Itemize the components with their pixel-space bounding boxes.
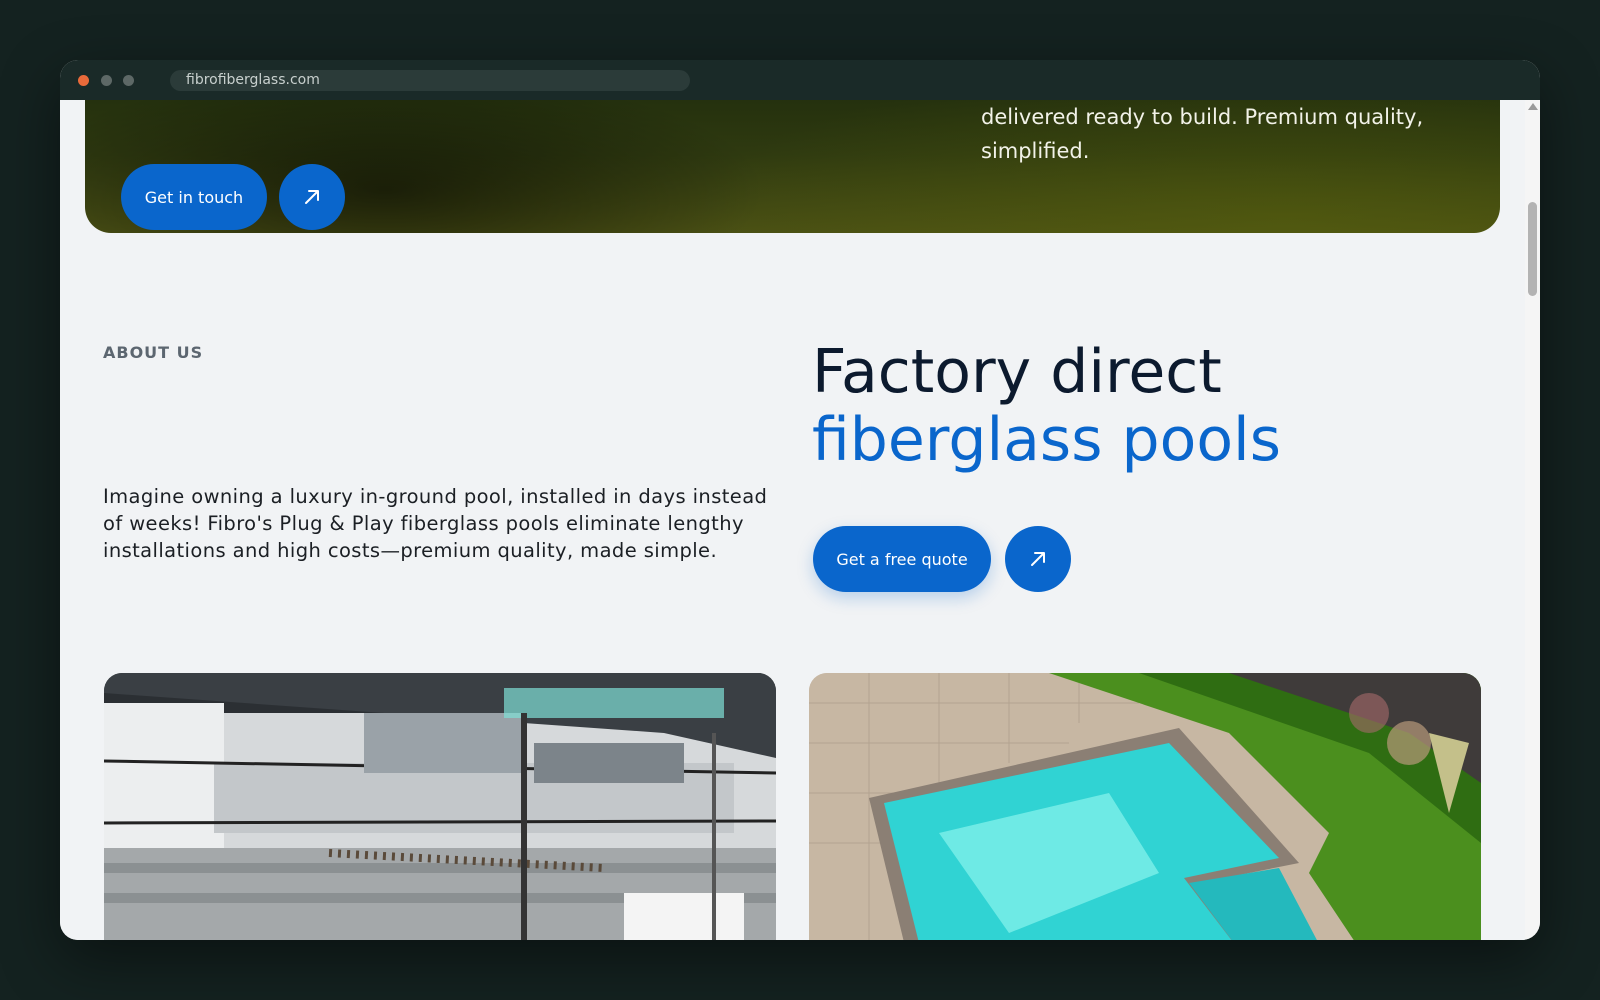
arrow-up-right-icon bbox=[1031, 552, 1045, 566]
get-free-quote-button[interactable]: Get a free quote bbox=[813, 526, 991, 592]
factory-photo bbox=[104, 673, 776, 940]
section-label: ABOUT US bbox=[103, 343, 204, 362]
hero-description: delivered ready to build. Premium qualit… bbox=[981, 105, 1424, 163]
arrow-up-right-icon bbox=[305, 190, 319, 204]
get-in-touch-button[interactable]: Get in touch bbox=[121, 164, 267, 230]
browser-titlebar: fibrofiberglass.com bbox=[60, 60, 1540, 100]
about-description: Imagine owning a luxury in-ground pool, … bbox=[103, 485, 768, 562]
vertical-scrollbar[interactable] bbox=[1525, 100, 1540, 940]
scroll-up-arrow-icon[interactable] bbox=[1528, 103, 1538, 110]
get-in-touch-arrow-button[interactable] bbox=[279, 164, 345, 230]
maximize-window-button[interactable] bbox=[123, 75, 134, 86]
headline-line-2: fiberglass pools bbox=[812, 405, 1281, 475]
close-window-button[interactable] bbox=[78, 75, 89, 86]
get-free-quote-arrow-button[interactable] bbox=[1005, 526, 1071, 592]
factory-illustration bbox=[104, 673, 776, 940]
pool-illustration bbox=[809, 673, 1481, 940]
address-bar[interactable]: fibrofiberglass.com bbox=[170, 70, 690, 91]
scrollbar-thumb[interactable] bbox=[1528, 202, 1537, 296]
browser-window: fibrofiberglass.com Get in touch deliver… bbox=[60, 60, 1540, 940]
minimize-window-button[interactable] bbox=[101, 75, 112, 86]
hero-banner: Get in touch delivered ready to build. P… bbox=[85, 100, 1500, 233]
pool-photo bbox=[809, 673, 1481, 940]
headline-line-1: Factory direct bbox=[812, 337, 1222, 407]
page-viewport: Get in touch delivered ready to build. P… bbox=[60, 100, 1525, 940]
section-headline: Factory direct fiberglass pools bbox=[812, 338, 1281, 474]
